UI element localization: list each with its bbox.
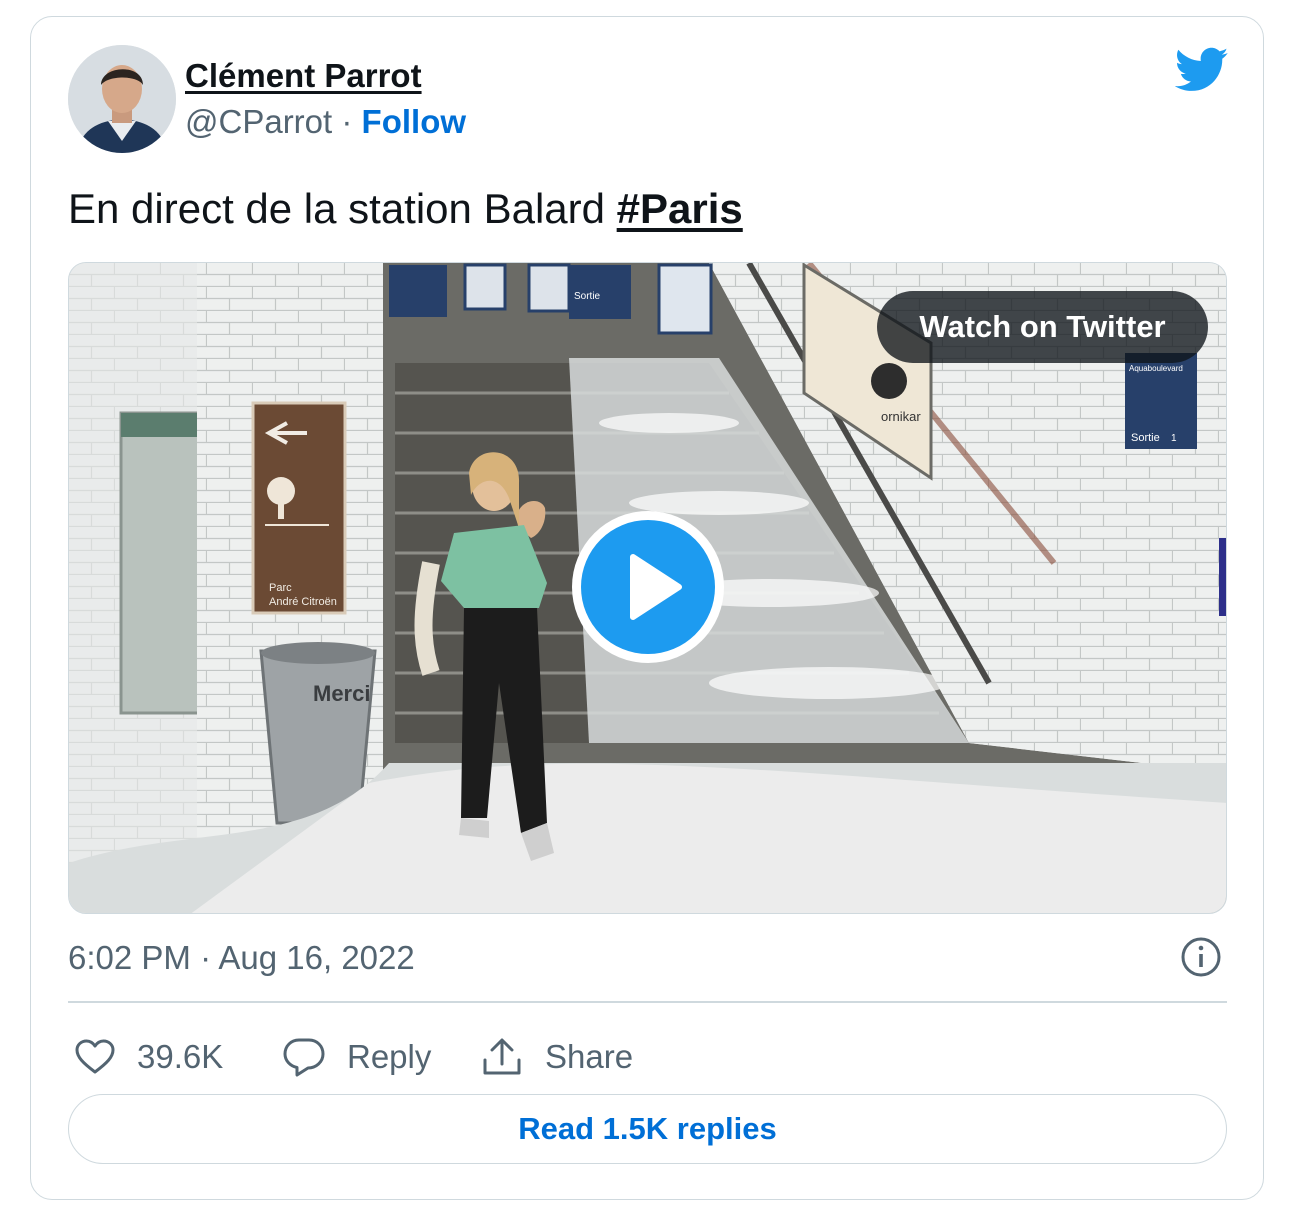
tweet-timestamp[interactable]: 6:02 PM · Aug 16, 2022 xyxy=(68,939,415,977)
info-icon[interactable] xyxy=(1179,935,1223,979)
tweet-text-body: En direct de la station Balard xyxy=(68,185,617,232)
reply-label: Reply xyxy=(347,1038,432,1075)
watch-on-twitter-button[interactable]: Watch on Twitter xyxy=(877,291,1208,363)
share-icon xyxy=(483,1038,521,1075)
author-name[interactable]: Clément Parrot xyxy=(185,57,422,95)
tweet-card: Clément Parrot @CParrot · Follow En dire… xyxy=(30,16,1264,1200)
park-sign-line2: André Citroën xyxy=(269,596,337,608)
tweet-text: En direct de la station Balard #Paris xyxy=(68,185,743,233)
share-label: Share xyxy=(545,1038,634,1075)
play-icon xyxy=(630,554,682,620)
bin-label: Merci xyxy=(313,681,370,706)
author-handle-row: @CParrot · Follow xyxy=(185,103,466,141)
hashtag-link[interactable]: #Paris xyxy=(617,185,743,232)
twitter-bird-icon[interactable] xyxy=(1175,47,1229,93)
reply-bubble-icon xyxy=(283,1038,325,1077)
read-replies-button[interactable]: Read 1.5K replies xyxy=(68,1094,1227,1164)
exit-panel-sortie: Sortie xyxy=(1131,432,1160,444)
avatar-portrait xyxy=(68,45,176,153)
handle-separator: · xyxy=(341,103,353,140)
avatar[interactable] xyxy=(68,45,176,153)
exit-panel-number: 1 xyxy=(1171,433,1177,444)
video-thumbnail[interactable]: ornikar Sortie Aquaboulevard Sortie 1 Pa… xyxy=(68,262,1227,914)
play-button[interactable] xyxy=(572,511,724,663)
poster-brand: ornikar xyxy=(881,409,921,424)
author-handle[interactable]: @CParrot xyxy=(185,103,332,140)
follow-button[interactable]: Follow xyxy=(362,103,466,140)
exit-panel-title: Aquaboulevard xyxy=(1129,364,1183,373)
like-button[interactable]: 39.6K xyxy=(75,1029,223,1085)
like-count: 39.6K xyxy=(137,1038,224,1075)
share-button[interactable]: Share xyxy=(481,1029,633,1085)
park-sign-line1: Parc xyxy=(269,582,292,594)
top-sortie-sign: Sortie xyxy=(574,291,601,302)
divider xyxy=(68,1001,1227,1003)
heart-icon xyxy=(75,1039,115,1074)
play-button-circle xyxy=(581,520,715,654)
reply-button[interactable]: Reply xyxy=(283,1029,431,1085)
